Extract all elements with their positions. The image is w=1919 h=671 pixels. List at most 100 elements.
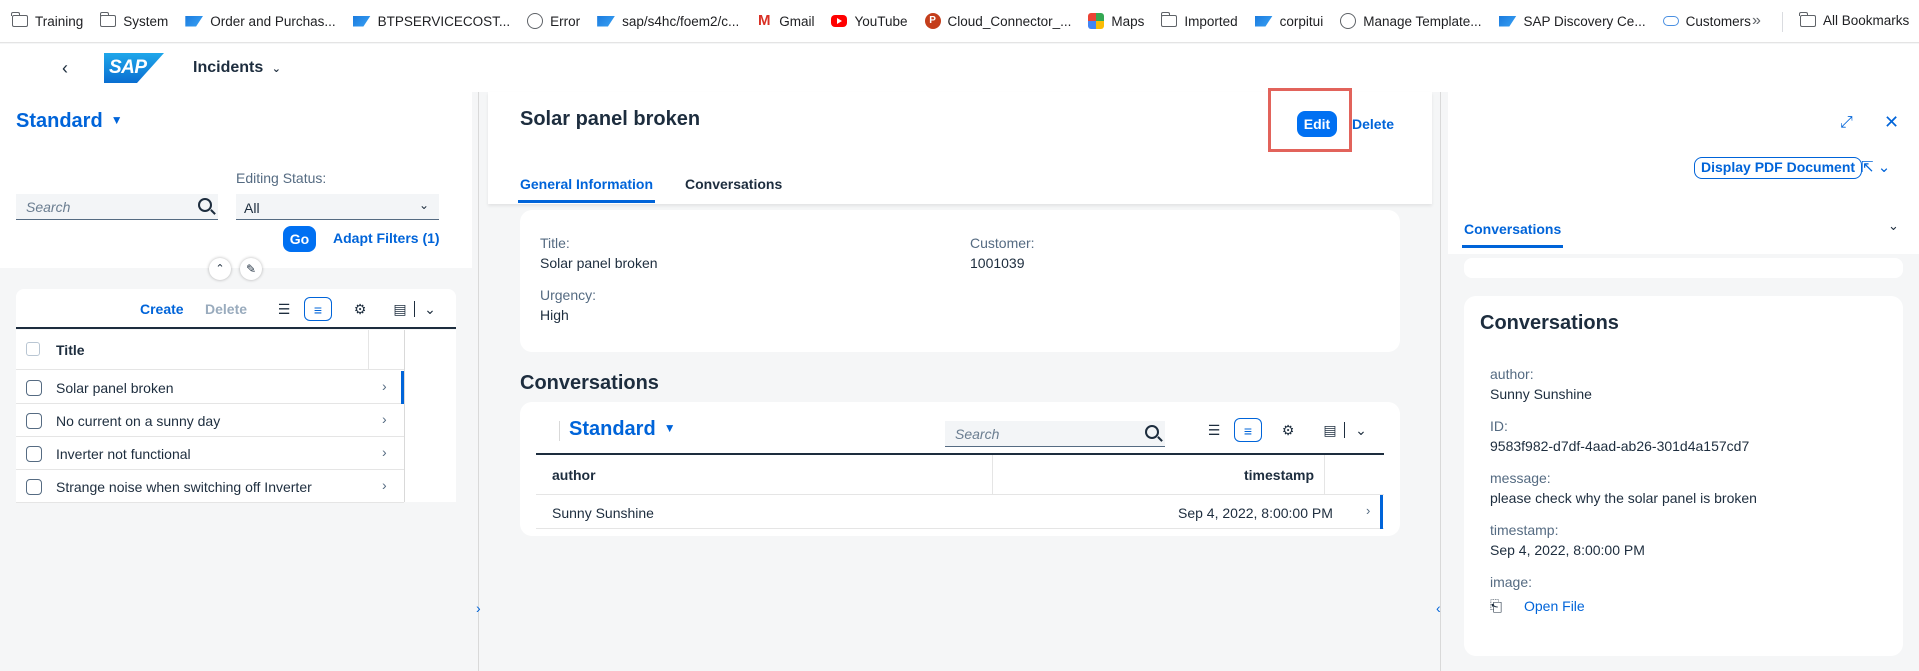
bookmark-sap-s4hc[interactable]: sap/s4hc/foem2/c... [597,14,739,29]
chevron-down-icon[interactable]: ⌄ [1888,218,1899,234]
open-file-link[interactable]: Open File [1524,598,1585,614]
export-icon[interactable]: ▤ [386,297,414,321]
row-checkbox[interactable] [26,413,42,429]
table-row[interactable]: Inverter not functional › [16,437,404,470]
message-label: message: [1490,470,1551,486]
editing-status-select[interactable]: All ⌄ [236,194,439,220]
gmail-icon: M [757,12,771,29]
title-value: Solar panel broken [540,255,658,271]
go-button[interactable]: Go [283,226,316,252]
chevron-right-icon[interactable]: › [1366,503,1370,518]
pin-header-icon[interactable]: ✎ [240,258,262,280]
search-icon[interactable] [1145,425,1159,439]
bookmark-maps[interactable]: Maps [1088,13,1144,29]
gear-icon[interactable]: ⚙ [346,297,374,321]
bookmark-order-purchase[interactable]: Order and Purchas... [185,14,336,29]
search-icon[interactable] [198,198,212,212]
group-icon[interactable]: ≡ [304,297,332,321]
bookmarks-divider [1782,12,1783,32]
bookmark-label: Imported [1184,13,1238,29]
author-value: Sunny Sunshine [1490,386,1592,402]
gear-icon[interactable]: ⚙ [1274,418,1302,442]
display-pdf-button[interactable]: Display PDF Document [1694,157,1863,179]
tab-general-information[interactable]: General Information [517,176,656,203]
author-label: author: [1490,366,1534,382]
chevron-right-icon[interactable]: › [476,600,481,616]
column-divider [1324,455,1325,495]
sort-icon[interactable]: ☰ [270,297,298,321]
sap-icon [1498,15,1517,27]
general-information-card: Title: Solar panel broken Customer: 1001… [520,210,1400,352]
bookmark-cloud-connector[interactable]: P Cloud_Connector_... [924,13,1071,29]
table-row[interactable]: Solar panel broken › [16,371,404,404]
all-bookmarks[interactable]: All Bookmarks [1799,11,1909,28]
sap-icon [597,15,616,27]
back-arrow-icon[interactable]: ‹ [62,58,68,79]
conversations-search-input[interactable]: Search [945,421,1165,447]
group-icon[interactable]: ≡ [1234,418,1262,442]
chevron-right-icon[interactable]: › [382,477,387,493]
table-row[interactable]: No current on a sunny day › [16,404,404,437]
bookmark-sap-discovery[interactable]: SAP Discovery Ce... [1498,13,1646,29]
app-title-menu[interactable]: Incidents ⌄ [193,59,281,77]
sap-logo[interactable]: SAP [104,53,164,83]
detail-strip [1464,258,1903,278]
chevron-right-icon[interactable]: › [382,444,387,460]
bookmark-imported[interactable]: Imported [1160,12,1238,29]
bookmarks-overflow-icon[interactable]: » [1752,12,1761,30]
chevron-down-icon[interactable]: ⌄ [416,297,444,321]
export-icon[interactable]: ▤ [1316,418,1344,442]
share-icon[interactable]: ⇱ ⌄ [1861,158,1890,176]
tab-conversations[interactable]: Conversations [1461,221,1564,248]
bookmark-btpservicecost[interactable]: BTPSERVICECOST... [352,14,510,29]
bookmarks-bar: Training System Order and Purchas... BTP… [0,0,1919,43]
card-title: Conversations [1480,312,1619,334]
chevron-right-icon[interactable]: › [382,378,387,394]
select-all-checkbox[interactable] [26,342,40,356]
fullscreen-icon[interactable]: ⤢ [1840,114,1853,132]
close-icon[interactable]: ✕ [1884,112,1899,133]
table-row[interactable]: Strange noise when switching off Inverte… [16,470,404,503]
bookmark-system[interactable]: System [99,12,169,29]
bookmark-corpitui[interactable]: corpitui [1254,14,1323,29]
row-timestamp: Sep 4, 2022, 8:00:00 PM [1178,505,1333,521]
row-checkbox[interactable] [26,479,42,495]
filter-bar: Standard ▼ Search Editing Status: All ⌄ Go… [0,92,472,268]
bookmark-label: Customers [1685,13,1751,29]
conversations-variant-selector[interactable]: Standard ▼ [559,418,676,441]
row-checkbox[interactable] [26,380,42,396]
column-divider [478,92,479,671]
sort-icon[interactable]: ☰ [1200,418,1228,442]
conversations-section-title: Conversations [520,372,659,394]
bookmark-error[interactable]: Error [527,13,580,29]
bookmark-label: System [123,13,169,29]
bookmark-label: Gmail [779,13,815,29]
title-column-header[interactable]: Title [56,342,85,358]
tab-conversations[interactable]: Conversations [685,176,782,192]
delete-button[interactable]: Delete [1352,116,1394,132]
author-column-header[interactable]: author [552,467,596,483]
variant-selector[interactable]: Standard ▼ [16,110,123,133]
bookmark-youtube[interactable]: YouTube [831,14,908,29]
bookmark-manage-template[interactable]: Manage Template... [1340,13,1482,29]
edit-button[interactable]: Edit [1297,111,1337,137]
bookmark-label: SAP Discovery Ce... [1523,13,1646,29]
timestamp-column-header[interactable]: timestamp [1244,467,1314,483]
collapse-header-icon[interactable]: ⌃ [209,258,231,280]
delete-button[interactable]: Delete [205,301,247,317]
chevron-left-icon[interactable]: ‹ [1436,600,1441,616]
shell-bar: ‹ SAP Incidents ⌄ [0,44,1919,92]
search-input[interactable]: Search [16,194,218,220]
chevron-right-icon[interactable]: › [382,411,387,427]
create-button[interactable]: Create [140,301,184,317]
adapt-filters-button[interactable]: Adapt Filters (1) [333,230,440,246]
bookmark-training[interactable]: Training [11,12,83,29]
bookmark-gmail[interactable]: M Gmail [756,12,815,29]
row-checkbox[interactable] [26,446,42,462]
chevron-down-icon[interactable]: ⌄ [1347,418,1375,442]
object-title: Solar panel broken [520,108,701,130]
chevron-down-icon: ▼ [110,113,123,127]
bookmark-customers[interactable]: Customers [1662,13,1751,29]
table-row[interactable]: Sunny Sunshine Sep 4, 2022, 8:00:00 PM › [536,495,1384,529]
bookmark-label: Error [550,13,581,29]
